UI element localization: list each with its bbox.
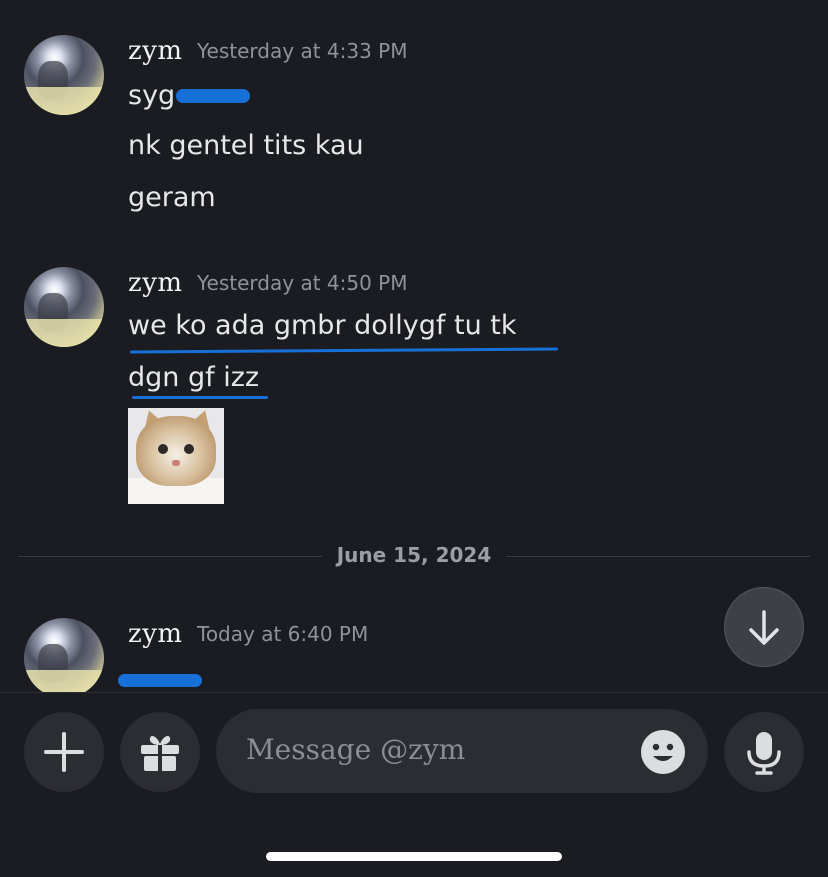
cat-eye [158,444,168,454]
username[interactable]: zym [128,268,183,298]
gift-button[interactable] [120,712,200,792]
emoji-button[interactable] [640,729,686,775]
avatar[interactable] [24,618,104,692]
composer-separator [0,692,828,693]
annotation-underline [132,396,268,399]
timestamp: Yesterday at 4:33 PM [197,39,408,63]
cat-nose [172,460,180,466]
date-divider-line [18,556,322,557]
message-text[interactable]: dgn gf izz [128,362,259,393]
message-text[interactable]: we ko ada gmbr dollygf tu tk [128,310,517,341]
home-indicator[interactable] [266,852,562,861]
redaction-scribble [118,674,202,687]
message-list[interactable]: zym Yesterday at 4:33 PM syg nk gentel t… [0,0,828,692]
avatar-detail [24,670,104,692]
microphone-icon [747,732,781,775]
message-text[interactable]: geram [128,182,216,213]
username[interactable]: zym [128,36,183,66]
cat-head [136,416,216,486]
emoji-icon [641,730,685,774]
message-input-placeholder: Message @zym [246,733,466,766]
cat-eye [184,444,194,454]
annotation-underline [129,347,559,354]
jump-to-latest-button[interactable] [724,587,804,667]
date-divider-line [506,556,810,557]
username[interactable]: zym [128,619,183,649]
message-text[interactable]: syg [128,80,175,111]
timestamp: Today at 6:40 PM [197,622,369,646]
avatar-detail [24,319,104,347]
cat-image-attachment[interactable] [128,408,224,504]
arrow-down-icon [749,610,779,645]
avatar-detail [24,87,104,115]
add-attachment-button[interactable] [24,712,104,792]
redaction-scribble [176,89,250,103]
plus-icon [44,732,84,772]
message-input[interactable]: Message @zym [216,709,708,793]
message-text[interactable]: nk gentel tits kau [128,130,364,161]
avatar[interactable] [24,267,104,347]
gift-icon [141,736,179,771]
avatar[interactable] [24,35,104,115]
date-divider-label: June 15, 2024 [336,543,492,567]
timestamp: Yesterday at 4:50 PM [197,271,408,295]
voice-message-button[interactable] [724,712,804,792]
